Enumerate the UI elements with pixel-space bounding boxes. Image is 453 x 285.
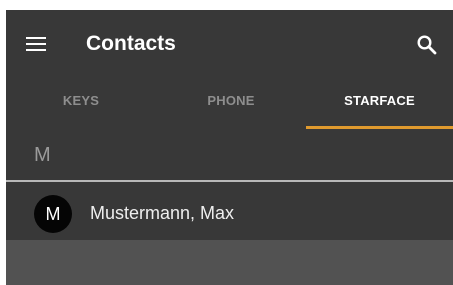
search-icon-graphic (417, 35, 437, 55)
app-bar: Contacts (6, 10, 453, 78)
empty-list-area (6, 240, 453, 285)
search-icon[interactable] (416, 34, 438, 56)
section-header: M (6, 130, 453, 180)
avatar: M (34, 195, 72, 233)
section-letter: M (34, 144, 51, 166)
tab-starface[interactable]: STARFACE (306, 78, 453, 130)
tab-bar: KEYS PHONE STARFACE (6, 78, 453, 130)
menu-line (26, 49, 46, 51)
tab-keys[interactable]: KEYS (6, 78, 156, 130)
menu-line (26, 37, 46, 39)
contact-list-item[interactable]: M Mustermann, Max (6, 182, 453, 240)
active-tab-indicator (306, 126, 453, 129)
menu-line (26, 43, 46, 45)
tab-phone[interactable]: PHONE (156, 78, 306, 130)
contact-name: Mustermann, Max (90, 203, 235, 223)
page-title: Contacts (86, 32, 176, 55)
hamburger-menu-icon[interactable] (26, 37, 46, 51)
contacts-screen: Contacts KEYS PHONE STARFACE M M Musterm… (6, 10, 453, 285)
